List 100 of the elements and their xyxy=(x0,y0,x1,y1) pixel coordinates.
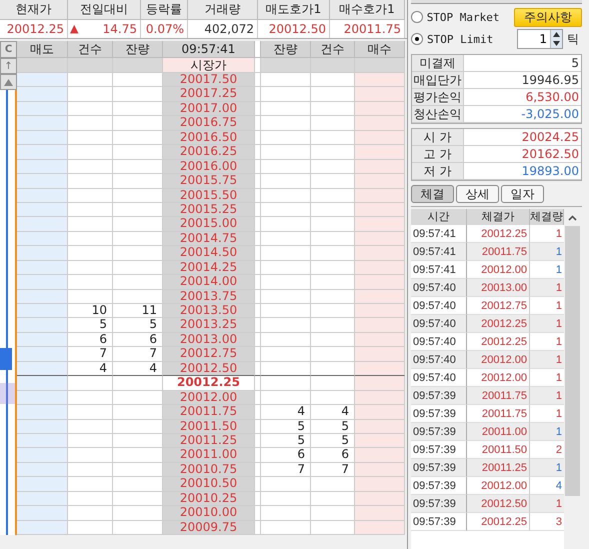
tick-spinner[interactable]: 1 xyxy=(517,29,563,49)
table-cell xyxy=(311,202,355,218)
price-cell[interactable]: 20014.50 xyxy=(163,246,255,261)
table-cell[interactable]: 6 xyxy=(113,332,163,348)
table-cell xyxy=(17,304,68,318)
table-cell[interactable]: 11 xyxy=(113,304,163,318)
table-cell: 1 xyxy=(530,423,564,441)
price-cell[interactable]: 20014.25 xyxy=(163,260,255,276)
price-cell[interactable]: 20014.75 xyxy=(163,232,255,246)
price-cell[interactable]: 20014.00 xyxy=(163,275,255,290)
price-cell[interactable]: 20017.25 xyxy=(163,87,255,102)
table-cell[interactable]: 6 xyxy=(261,448,311,463)
price-cell[interactable]: 20012.50 xyxy=(163,362,255,376)
radio-button[interactable] xyxy=(411,11,423,23)
table-cell: 20012.00 xyxy=(467,261,530,279)
tab[interactable]: 상세 xyxy=(456,185,499,203)
price-cell[interactable]: 20015.50 xyxy=(163,188,255,203)
table-cell[interactable]: 6 xyxy=(311,448,355,463)
table-cell[interactable]: 6 xyxy=(68,332,113,348)
table-cell[interactable]: 7 xyxy=(261,462,311,478)
table-cell: 20011.75 xyxy=(467,387,530,405)
price-cell[interactable]: 20011.00 xyxy=(163,448,255,463)
table-cell: 20011.75 xyxy=(467,243,530,261)
spinner-arrows[interactable] xyxy=(550,30,562,48)
table-cell xyxy=(311,520,355,535)
table-cell: 20012.00 xyxy=(467,369,530,387)
table-cell[interactable]: 4 xyxy=(113,362,163,376)
table-cell xyxy=(17,174,68,188)
table-cell: 09:57:39 xyxy=(411,459,467,477)
table-cell xyxy=(113,188,163,203)
price-cell[interactable]: 20010.75 xyxy=(163,462,255,478)
table-cell[interactable]: 7 xyxy=(113,347,163,362)
table-cell: 09:57:39 xyxy=(411,405,467,423)
table-cell xyxy=(17,477,68,492)
table-cell xyxy=(355,202,405,218)
column-header: 건수 xyxy=(68,41,113,58)
price-cell[interactable]: 20013.25 xyxy=(163,318,255,333)
scroll-thumb[interactable] xyxy=(565,226,580,496)
price-cell[interactable]: 20010.00 xyxy=(163,506,255,521)
table-cell xyxy=(355,160,405,174)
change-mark: ▲ xyxy=(70,21,78,37)
price-cell[interactable]: 20015.00 xyxy=(163,217,255,232)
price-cell[interactable]: 20016.25 xyxy=(163,145,255,160)
price-cell[interactable]: 20012.00 xyxy=(163,390,255,406)
scroll-thumb[interactable] xyxy=(0,348,12,370)
table-cell[interactable]: 5 xyxy=(311,434,355,448)
radio-label[interactable]: STOP Market xyxy=(426,10,510,24)
notice-button[interactable]: 주의사항 xyxy=(514,8,582,26)
price-cell[interactable]: 20017.50 xyxy=(163,73,255,88)
price-cell[interactable]: 20016.00 xyxy=(163,160,255,174)
price-cell[interactable]: 20011.25 xyxy=(163,434,255,448)
price-cell[interactable]: 20010.25 xyxy=(163,492,255,506)
table-cell[interactable]: 5 xyxy=(113,318,163,333)
table-cell xyxy=(68,434,113,448)
scroll-up-button[interactable] xyxy=(0,74,17,90)
radio-button[interactable] xyxy=(411,33,423,45)
price-cell[interactable]: 20013.50 xyxy=(163,304,255,318)
tab[interactable]: 체결 xyxy=(411,185,454,203)
table-cell xyxy=(355,232,405,246)
price-cell[interactable]: 20009.75 xyxy=(163,520,255,535)
table-cell xyxy=(17,376,68,391)
table-cell[interactable]: 5 xyxy=(261,434,311,448)
table-cell[interactable]: 7 xyxy=(311,462,355,478)
table-cell[interactable]: 4 xyxy=(68,362,113,376)
price-cell[interactable]: 20016.75 xyxy=(163,116,255,131)
table-cell: 09:57:41 xyxy=(411,261,467,279)
price-cell[interactable]: 20011.75 xyxy=(163,405,255,420)
market-price-button[interactable]: 시장가 xyxy=(163,58,255,73)
table-cell[interactable]: 7 xyxy=(68,347,113,362)
price-cell[interactable]: 20017.00 xyxy=(163,102,255,116)
table-cell[interactable]: 5 xyxy=(311,420,355,434)
price-cell[interactable]: 20013.75 xyxy=(163,290,255,304)
table-cell xyxy=(68,290,113,304)
table-cell xyxy=(311,260,355,276)
column-header: 매수 xyxy=(355,41,405,58)
table-cell xyxy=(17,130,68,146)
table-cell xyxy=(355,332,405,348)
caret-up-icon xyxy=(568,215,577,221)
radio-label[interactable]: STOP Limit xyxy=(427,32,513,46)
current-price[interactable]: 20012.25 xyxy=(163,376,255,391)
table-cell[interactable]: 4 xyxy=(311,405,355,420)
table-cell xyxy=(17,492,68,506)
price-cell[interactable]: 20012.75 xyxy=(163,347,255,362)
price-cell[interactable]: 20016.50 xyxy=(163,130,255,146)
table-cell: -3,025.00 xyxy=(464,106,581,123)
table-cell[interactable]: 4 xyxy=(261,405,311,420)
table-cell[interactable]: 5 xyxy=(261,420,311,434)
table-cell: 6,530.00 xyxy=(464,89,581,106)
table-cell[interactable]: 10 xyxy=(68,304,113,318)
table-cell: 20012.00 xyxy=(467,477,530,495)
price-cell[interactable]: 20011.50 xyxy=(163,420,255,434)
table-cell[interactable]: 5 xyxy=(68,318,113,333)
table-cell xyxy=(355,130,405,146)
clear-button[interactable]: C xyxy=(0,41,17,58)
price-cell[interactable]: 20015.25 xyxy=(163,202,255,218)
price-cell[interactable]: 20015.75 xyxy=(163,174,255,188)
tab[interactable]: 일자 xyxy=(501,185,544,203)
price-cell[interactable]: 20013.00 xyxy=(163,332,255,348)
price-cell[interactable]: 20010.50 xyxy=(163,477,255,492)
up-button[interactable]: ↑ xyxy=(0,58,17,74)
